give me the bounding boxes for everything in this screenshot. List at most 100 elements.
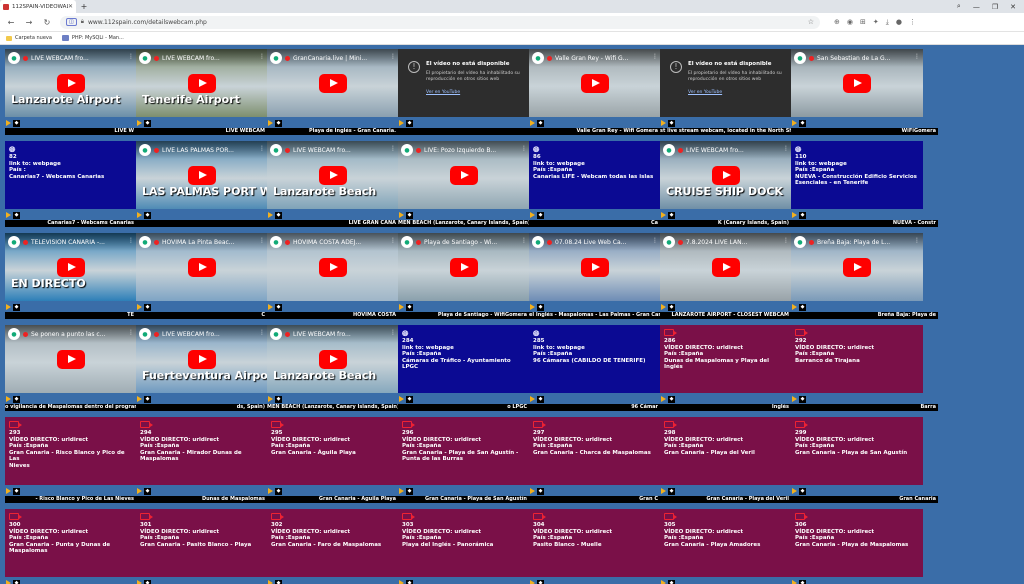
channel-avatar-icon[interactable]: ● — [139, 144, 151, 156]
channel-avatar-icon[interactable]: ● — [270, 52, 282, 64]
video-title[interactable]: LIVE WEBCAM fro... — [162, 55, 220, 62]
play-button-icon[interactable] — [319, 258, 347, 277]
play-toggle-icon[interactable] — [530, 304, 535, 310]
video-title[interactable]: LIVE LAS PALMAS POR... — [162, 147, 234, 154]
maximize-icon[interactable]: ❐ — [992, 3, 998, 11]
youtube-embed[interactable]: ● LIVE: Pozo Izquierdo B... ⋮ — [398, 141, 530, 209]
expand-icon[interactable]: ◆ — [537, 120, 544, 127]
channel-avatar-icon[interactable]: ● — [532, 52, 544, 64]
expand-icon[interactable]: ◆ — [13, 304, 20, 311]
youtube-embed[interactable]: ● LIVE WEBCAM fro... ⋮ Fuerteventura Airpor… — [136, 325, 268, 393]
video-menu-icon[interactable]: ⋮ — [652, 237, 658, 244]
expand-icon[interactable]: ◆ — [275, 396, 282, 403]
play-button-icon[interactable] — [57, 350, 85, 369]
play-button-icon[interactable] — [188, 166, 216, 185]
expand-icon[interactable]: ◆ — [537, 396, 544, 403]
video-menu-icon[interactable]: ⋮ — [390, 237, 396, 244]
expand-icon[interactable]: ◆ — [144, 212, 151, 219]
channel-avatar-icon[interactable]: ● — [663, 144, 675, 156]
expand-icon[interactable]: ◆ — [406, 304, 413, 311]
play-toggle-icon[interactable] — [137, 580, 142, 584]
minimize-icon[interactable]: — — [973, 3, 980, 11]
video-menu-icon[interactable]: ⋮ — [914, 53, 920, 60]
expand-icon[interactable]: ◆ — [275, 120, 282, 127]
channel-avatar-icon[interactable]: ● — [794, 236, 806, 248]
play-toggle-icon[interactable] — [268, 120, 273, 126]
play-toggle-icon[interactable] — [530, 120, 535, 126]
bookmark-star-icon[interactable]: ☆ — [808, 18, 814, 26]
video-menu-icon[interactable]: ⋮ — [128, 53, 134, 60]
video-title[interactable]: LIVE WEBCAM fro... — [31, 55, 89, 62]
play-button-icon[interactable] — [450, 258, 478, 277]
play-toggle-icon[interactable] — [268, 580, 273, 584]
play-toggle-icon[interactable] — [137, 212, 142, 218]
video-menu-icon[interactable]: ⋮ — [259, 53, 265, 60]
zoom-icon[interactable]: ⊕ — [834, 18, 840, 27]
channel-avatar-icon[interactable]: ● — [401, 144, 413, 156]
channel-avatar-icon[interactable]: ● — [270, 236, 282, 248]
translate-icon[interactable]: ⊞ — [860, 18, 866, 27]
expand-icon[interactable]: ◆ — [799, 488, 806, 495]
expand-icon[interactable]: ◆ — [668, 488, 675, 495]
play-toggle-icon[interactable] — [399, 212, 404, 218]
site-info-icon[interactable]: 🔒︎ — [81, 18, 84, 26]
youtube-embed[interactable]: ● Breña Baja: Playa de L... ⋮ — [791, 233, 923, 301]
search-tabs-icon[interactable]: ⌕ — [957, 2, 961, 11]
play-toggle-icon[interactable] — [6, 580, 11, 584]
play-button-icon[interactable] — [188, 350, 216, 369]
youtube-embed[interactable]: ● LIVE LAS PALMAS POR... ⋮ LAS PALMAS PORT … — [136, 141, 268, 209]
channel-avatar-icon[interactable]: ● — [139, 328, 151, 340]
play-toggle-icon[interactable] — [137, 488, 142, 494]
play-toggle-icon[interactable] — [137, 396, 142, 402]
play-toggle-icon[interactable] — [661, 304, 666, 310]
expand-icon[interactable]: ◆ — [799, 212, 806, 219]
video-menu-icon[interactable]: ⋮ — [259, 145, 265, 152]
video-menu-icon[interactable]: ⋮ — [390, 145, 396, 152]
play-toggle-icon[interactable] — [268, 396, 273, 402]
play-toggle-icon[interactable] — [268, 304, 273, 310]
channel-avatar-icon[interactable]: ● — [8, 52, 20, 64]
play-toggle-icon[interactable] — [268, 212, 273, 218]
play-toggle-icon[interactable] — [530, 212, 535, 218]
expand-icon[interactable]: ◆ — [144, 304, 151, 311]
play-toggle-icon[interactable] — [661, 396, 666, 402]
youtube-embed[interactable]: ● Playa de Santiago - Wi... ⋮ — [398, 233, 530, 301]
page-scrollbar[interactable] — [1014, 46, 1024, 584]
video-menu-icon[interactable]: ⋮ — [652, 53, 658, 60]
video-title[interactable]: San Sebastian de La G... — [817, 55, 890, 62]
play-toggle-icon[interactable] — [661, 212, 666, 218]
play-toggle-icon[interactable] — [661, 120, 666, 126]
expand-icon[interactable]: ◆ — [275, 488, 282, 495]
play-button-icon[interactable] — [188, 258, 216, 277]
youtube-embed[interactable]: ● 7.8.2024 LIVE LAN... ⋮ — [660, 233, 792, 301]
expand-icon[interactable]: ◆ — [275, 580, 282, 584]
expand-icon[interactable]: ◆ — [537, 580, 544, 584]
play-toggle-icon[interactable] — [792, 488, 797, 494]
expand-icon[interactable]: ◆ — [799, 396, 806, 403]
play-button-icon[interactable] — [57, 74, 85, 93]
channel-avatar-icon[interactable]: ● — [794, 52, 806, 64]
play-button-icon[interactable] — [712, 258, 740, 277]
video-title[interactable]: Valle Gran Rey - Wifi G... — [555, 55, 628, 62]
play-button-icon[interactable] — [319, 166, 347, 185]
channel-avatar-icon[interactable]: ● — [663, 236, 675, 248]
expand-icon[interactable]: ◆ — [537, 212, 544, 219]
camera-icon[interactable]: ◉ — [847, 18, 853, 27]
channel-avatar-icon[interactable]: ● — [139, 236, 151, 248]
play-button-icon[interactable] — [188, 74, 216, 93]
video-title[interactable]: TELEVISION CANARIA -... — [31, 239, 105, 246]
expand-icon[interactable]: ◆ — [799, 120, 806, 127]
video-menu-icon[interactable]: ⋮ — [914, 237, 920, 244]
play-toggle-icon[interactable] — [268, 488, 273, 494]
video-title[interactable]: HOVIMA COSTA ADEJ... — [293, 239, 361, 246]
play-toggle-icon[interactable] — [6, 304, 11, 310]
play-button-icon[interactable] — [581, 258, 609, 277]
video-title[interactable]: GranCanaria.live | Mini... — [293, 55, 367, 62]
video-title[interactable]: Breña Baja: Playa de L... — [817, 239, 890, 246]
channel-avatar-icon[interactable]: ● — [8, 328, 20, 340]
play-toggle-icon[interactable] — [6, 396, 11, 402]
youtube-embed[interactable]: ● Valle Gran Rey - Wifi G... ⋮ — [529, 49, 661, 117]
watch-on-youtube-link[interactable]: Ver en YouTube — [426, 90, 460, 95]
video-menu-icon[interactable]: ⋮ — [259, 329, 265, 336]
channel-avatar-icon[interactable]: ● — [401, 236, 413, 248]
